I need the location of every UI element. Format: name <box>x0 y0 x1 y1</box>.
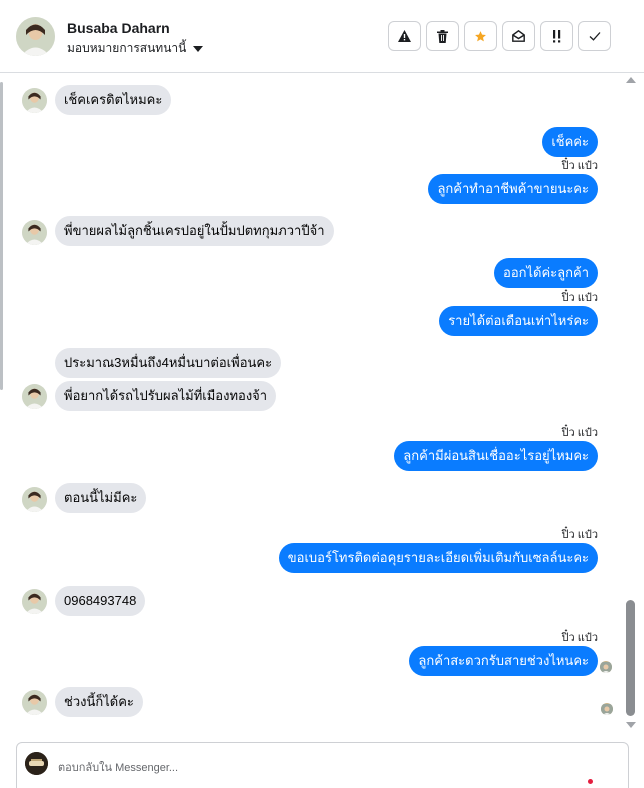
conversation-toolbar <box>388 21 611 51</box>
incoming-message[interactable]: พี่อยากได้รถไปรับผลไม้ที่เมืองทองจ้า <box>55 381 277 411</box>
mark-unread-button[interactable] <box>502 21 535 51</box>
delete-button[interactable] <box>426 21 459 51</box>
assign-conversation-dropdown[interactable]: มอบหมายการสนทนานี้ <box>67 39 204 58</box>
follow-up-button[interactable] <box>540 21 573 51</box>
contact-avatar-small[interactable] <box>22 220 47 245</box>
incoming-message[interactable]: พี่ขายผลไม้ลูกชิ้นเครปอยู่ในปั้มปตทกุมภว… <box>55 216 334 246</box>
outgoing-message[interactable]: รายได้ต่อเดือนเท่าไหร่คะ <box>439 306 598 336</box>
outgoing-message[interactable]: ลูกค้าสะดวกรับสายช่วงไหนคะ <box>409 646 598 676</box>
reply-composer[interactable]: ตอบกลับใน Messenger... <box>16 742 629 788</box>
priority-icon <box>552 29 560 42</box>
scroll-down-arrow[interactable] <box>626 722 636 728</box>
trash-icon <box>437 29 448 43</box>
outgoing-message[interactable]: ขอเบอร์โทรติดต่อคุยรายละเอียดเพิ่มเติมกั… <box>278 543 598 573</box>
contact-avatar-small[interactable] <box>22 487 47 512</box>
seen-indicator-icon <box>600 661 612 673</box>
outgoing-message[interactable]: เช็คค่ะ <box>542 127 598 157</box>
caret-down-icon <box>193 45 204 52</box>
contact-avatar-small[interactable] <box>22 690 47 715</box>
reply-input[interactable]: ตอบกลับใน Messenger... <box>58 758 178 776</box>
incoming-message[interactable]: ประมาณ3หมื่นถึง4หมื่นบาต่อเพื่อนคะ <box>55 348 282 378</box>
sender-name: ปิ๋ว แป๋ว <box>561 632 598 644</box>
conversation-header: Busaba Daharn มอบหมายการสนทนานี้ <box>0 0 644 73</box>
contact-avatar[interactable] <box>16 17 55 56</box>
sender-name: ปิ๋ว แป๋ว <box>561 427 598 439</box>
scrollbar-thumb[interactable] <box>626 600 635 716</box>
contact-avatar-small[interactable] <box>22 589 47 614</box>
mark-unread-icon <box>512 30 525 42</box>
outgoing-message[interactable]: ลูกค้ามีผ่อนสินเชื่ออะไรอยู่ไหมคะ <box>394 441 598 471</box>
contact-name[interactable]: Busaba Daharn <box>67 20 170 36</box>
incoming-message[interactable]: ช่วงนี้ก็ได้คะ <box>55 687 143 717</box>
sender-name: ปิ๋ว แป๋ว <box>561 160 598 172</box>
outgoing-message[interactable]: ออกได้ค่ะลูกค้า <box>494 258 598 288</box>
notification-dot <box>588 779 593 784</box>
thread-scrollbar[interactable] <box>624 74 638 734</box>
sender-name: ปิ๋ว แป๋ว <box>561 529 598 541</box>
incoming-message[interactable]: ตอนนี้ไม่มีคะ <box>55 483 147 513</box>
check-icon <box>589 32 600 41</box>
scroll-up-arrow[interactable] <box>626 77 636 83</box>
left-panel-scroll-edge <box>0 82 3 390</box>
assign-label: มอบหมายการสนทนานี้ <box>67 41 187 55</box>
incoming-message[interactable]: 0968493748 <box>55 586 146 616</box>
mark-done-button[interactable] <box>578 21 611 51</box>
contact-avatar-small[interactable] <box>22 384 47 409</box>
incoming-message[interactable]: เช็คเครดิตไหมคะ <box>55 85 172 115</box>
star-button[interactable] <box>464 21 497 51</box>
page-avatar <box>25 752 48 775</box>
outgoing-message[interactable]: ลูกค้าทำอาชีพค้าขายนะคะ <box>428 174 598 204</box>
seen-indicator-icon <box>601 703 613 715</box>
star-icon <box>475 30 486 41</box>
contact-avatar-small[interactable] <box>22 88 47 113</box>
sender-name: ปิ๋ว แป๋ว <box>561 292 598 304</box>
warning-icon <box>398 30 411 42</box>
report-spam-button[interactable] <box>388 21 421 51</box>
